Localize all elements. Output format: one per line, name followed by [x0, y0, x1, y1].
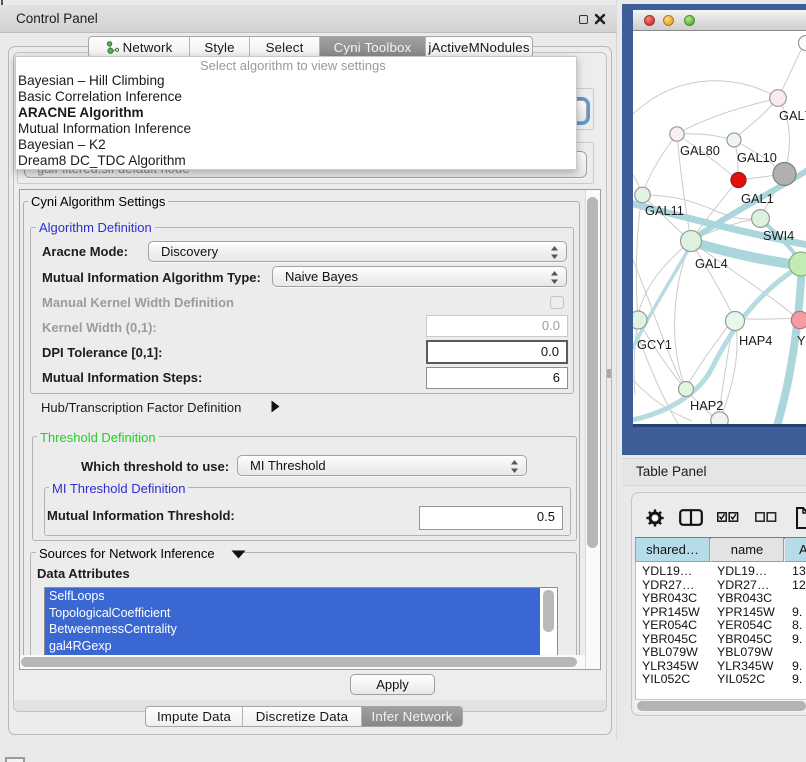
svg-text:SWI4: SWI4 — [763, 228, 794, 243]
svg-text:GAL10: GAL10 — [737, 150, 777, 165]
svg-text:HAP4: HAP4 — [739, 333, 772, 348]
svg-text:GAL4: GAL4 — [695, 256, 728, 271]
svg-text:HAP2: HAP2 — [690, 398, 723, 413]
svg-text:GAL80: GAL80 — [680, 143, 720, 158]
svg-text:GCY1: GCY1 — [637, 337, 672, 352]
svg-text:GAL1: GAL1 — [741, 191, 774, 206]
svg-text:GAL7: GAL7 — [779, 108, 806, 123]
svg-text:Y: Y — [797, 333, 806, 348]
svg-text:GAL11: GAL11 — [645, 203, 684, 218]
